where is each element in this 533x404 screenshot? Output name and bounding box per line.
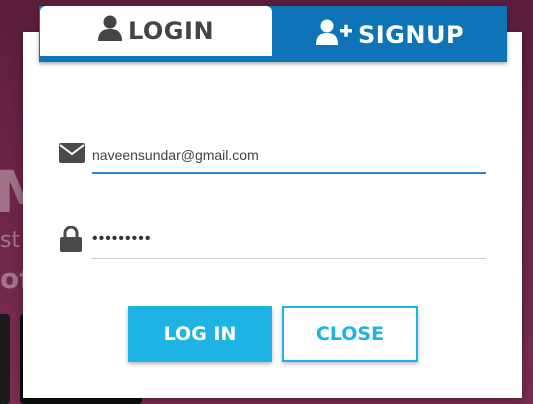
envelope-icon: [59, 143, 85, 168]
background-card: [0, 314, 10, 404]
background-subtext-fragment: st: [0, 228, 21, 253]
user-icon: [97, 15, 128, 47]
email-field[interactable]: naveensundar@gmail.com: [92, 142, 486, 174]
login-button[interactable]: LOG IN: [128, 306, 272, 362]
email-field-value: naveensundar@gmail.com: [92, 147, 259, 163]
login-modal: [23, 32, 522, 398]
password-field-value: •••••••••: [92, 230, 152, 247]
tab-login-label: LOGIN: [127, 17, 215, 45]
auth-tab-bar: LOGIN SIGNUP: [39, 6, 507, 62]
password-field[interactable]: •••••••••: [92, 228, 486, 259]
tab-signup[interactable]: SIGNUP: [273, 10, 507, 60]
tab-login[interactable]: LOGIN: [40, 6, 272, 56]
tab-signup-label: SIGNUP: [357, 21, 465, 49]
user-plus-icon: [315, 19, 358, 51]
close-button[interactable]: CLOSE: [282, 306, 418, 362]
lock-icon: [60, 225, 82, 257]
